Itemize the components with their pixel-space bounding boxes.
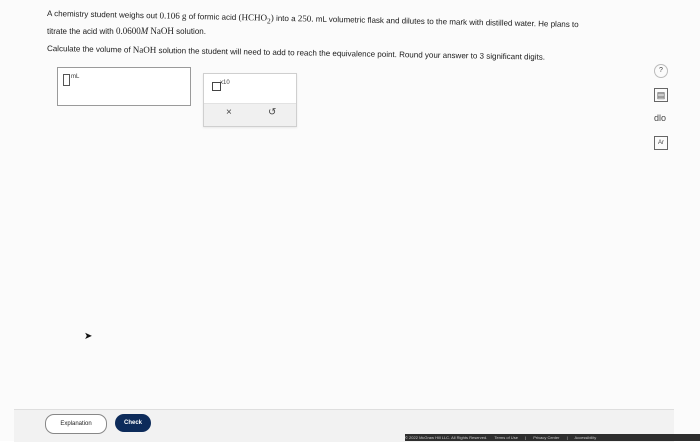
question-text: titrate the acid with: [47, 27, 114, 36]
question-text: mL volumetric flask and dilutes to the m…: [315, 14, 579, 30]
help-button[interactable]: ?: [654, 64, 668, 78]
question-text: solution the student will need to add to…: [158, 45, 546, 62]
privacy-link[interactable]: Privacy Center: [533, 435, 559, 440]
keypad-actions: × ↺: [204, 103, 296, 126]
math-keypad: x10 × ↺: [203, 73, 297, 127]
calculator-icon[interactable]: ▤: [654, 88, 668, 102]
terms-link[interactable]: Terms of Use: [494, 435, 518, 440]
formula: (HCHO2): [238, 12, 274, 25]
base-formula: NaOH: [150, 26, 174, 36]
answer-input[interactable]: [63, 74, 70, 86]
volume-value: 250.: [297, 13, 314, 24]
mass-value: 0.106: [159, 10, 180, 21]
mass-unit: g: [181, 10, 187, 21]
molarity-unit: M: [140, 26, 149, 36]
base-formula: NaOH: [132, 44, 157, 55]
question-line-2: titrate the acid with 0.0600M NaOH solut…: [47, 26, 206, 36]
mouse-pointer-icon: ➤: [84, 331, 93, 342]
clear-button[interactable]: ×: [226, 107, 232, 118]
scientific-notation-label: x10: [220, 80, 230, 86]
separator: |: [566, 435, 568, 440]
question-text: Calculate the volume of: [46, 44, 131, 55]
explanation-button[interactable]: Explanation: [45, 414, 107, 434]
undo-button[interactable]: ↺: [268, 107, 276, 118]
formula-main: (HCHO: [238, 12, 268, 23]
question-page: A chemistry student weighs out 0.106 g o…: [0, 0, 700, 442]
question-text: A chemistry student weighs out: [46, 9, 158, 21]
check-button[interactable]: Check: [115, 414, 151, 432]
separator: |: [525, 435, 527, 440]
periodic-table-icon[interactable]: Ar: [654, 136, 668, 150]
copyright-text: © 2022 McGraw Hill LLC. All Rights Reser…: [405, 435, 488, 440]
question-text: of formic acid: [188, 11, 237, 22]
answer-input-box[interactable]: mL: [57, 67, 191, 106]
legal-footer: © 2022 McGraw Hill LLC. All Rights Reser…: [405, 434, 700, 441]
accessibility-link[interactable]: Accessibility: [575, 435, 597, 440]
answer-unit: mL: [71, 74, 80, 80]
question-text: into a: [275, 13, 296, 24]
chart-icon[interactable]: dlo: [654, 112, 666, 124]
formula-close: ): [270, 12, 274, 23]
concentration-value: 0.0600: [115, 26, 141, 36]
question-text: solution.: [176, 27, 206, 36]
question-line-3: Calculate the volume of NaOH solution th…: [47, 43, 545, 62]
